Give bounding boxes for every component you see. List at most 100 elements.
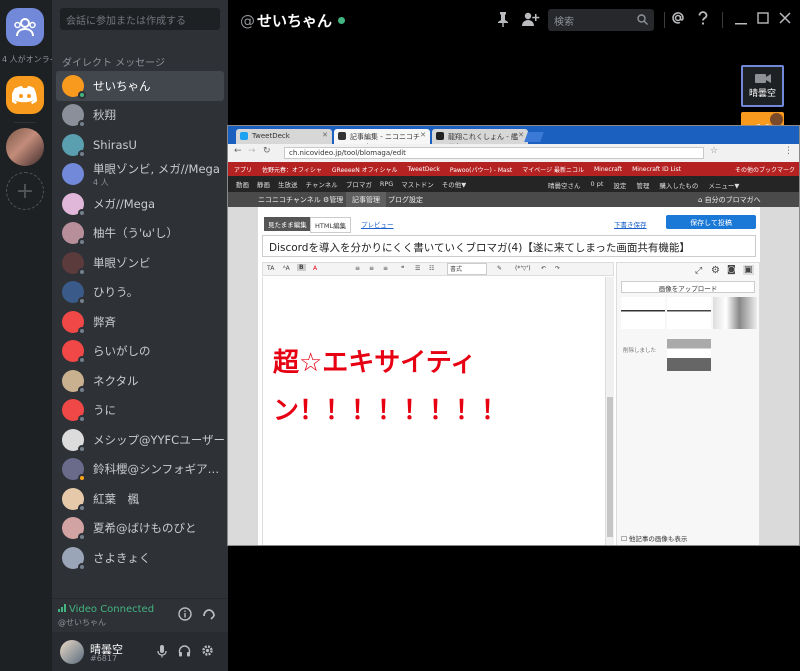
bookmark-item[interactable]: Minecraft [594, 166, 622, 173]
headphones-icon[interactable] [178, 644, 191, 657]
menu-icon[interactable]: ⋮ [784, 146, 793, 156]
disconnect-call-icon[interactable] [202, 607, 216, 621]
list-item[interactable]: ネクタル [56, 366, 224, 396]
close-icon[interactable] [779, 11, 791, 25]
tab-html[interactable]: HTML編集 [310, 217, 352, 233]
pin-icon[interactable] [496, 11, 510, 27]
browser-tab[interactable]: TweetDeck ✕ [236, 129, 332, 144]
user-nav-link[interactable]: 購入したもの [659, 180, 698, 190]
nav-link[interactable]: ブロマガ [346, 179, 372, 189]
save-and-post-button[interactable]: 保存して投稿 [666, 215, 756, 229]
help-icon[interactable] [697, 11, 709, 25]
mentions-icon[interactable] [671, 11, 685, 25]
video-tile-self[interactable]: 晴曇空 [741, 65, 784, 107]
star-icon[interactable]: ☆ [710, 146, 718, 156]
minimize-icon[interactable] [735, 11, 747, 25]
add-server-button[interactable]: + [6, 172, 44, 210]
image-icon[interactable]: ▣ [743, 265, 754, 275]
channel-brand[interactable]: ニコニコチャンネル ⚙管理 [258, 195, 343, 205]
image-panel: ⤢ ⚙ ◙ ▣ 画像をアップロード 削除しました ☐ 他記事の画像も表示 [616, 262, 760, 545]
server-icon-anime[interactable] [6, 128, 44, 166]
avatar[interactable] [60, 640, 84, 664]
list-item[interactable]: 単眼ゾンビ [56, 248, 224, 278]
list-item[interactable]: 柚牛（う'ω'し） [56, 219, 224, 249]
gear-icon[interactable]: ⚙ [711, 265, 720, 276]
list-item[interactable]: 弊斉 [56, 307, 224, 337]
bookmark-item[interactable]: Minecraft ID List [632, 166, 681, 173]
browser-tab[interactable]: 龍翔これくしょん - 艦これ -✕ [432, 129, 528, 151]
user-nav-link[interactable]: 設定 [613, 180, 626, 190]
microphone-icon[interactable] [156, 644, 168, 658]
nav-link[interactable]: チャンネル [306, 179, 338, 189]
article-title-input[interactable]: Discordを導入を分かりにくく書いていくブロマガ(4)【遂に来てしまった画面… [262, 235, 756, 257]
tab-blog-settings[interactable]: ブログ設定 [388, 195, 423, 205]
tab-article-manage[interactable]: 記事管理 [346, 192, 386, 207]
bookmark-item[interactable]: GReeeeN オフィシャル [332, 165, 398, 174]
list-item[interactable]: 鈴科櫻@シンフォギア… [56, 455, 224, 485]
list-item[interactable]: らいがしの [56, 337, 224, 367]
bookmark-item[interactable]: Pawoo(パウー) - Mast [450, 165, 512, 174]
add-friend-icon[interactable] [522, 11, 540, 27]
nav-link[interactable]: RPG [380, 180, 393, 188]
show-other-images-checkbox[interactable]: ☐ 他記事の画像も表示 [621, 533, 687, 543]
preview-link[interactable]: プレビュー [361, 219, 394, 229]
find-conversation-input[interactable]: 会話に参加または作成する [60, 8, 220, 30]
url-input[interactable]: ch.nicovideo.jp/tool/blomaga/edit [284, 147, 704, 159]
link-icon[interactable]: ⤢ [695, 266, 702, 276]
search-input[interactable]: 検索 [548, 9, 654, 31]
user-nav-link[interactable]: 管理 [636, 180, 649, 190]
bookmark-item[interactable]: マイページ 最新ニコル [522, 165, 584, 174]
scrollbar-thumb[interactable] [607, 397, 613, 537]
list-item[interactable]: ひりう。 [56, 278, 224, 308]
list-item[interactable]: 紅葉 楓 [56, 484, 224, 514]
bookmark-item[interactable]: 佐野元春：オフィシャ [262, 165, 322, 174]
list-item[interactable]: さよきょく [56, 543, 224, 573]
reload-icon[interactable]: ↻ [263, 146, 271, 156]
bookmark-item[interactable]: アプリ [234, 165, 252, 174]
nav-link[interactable]: 生放送 [278, 179, 298, 189]
camera-icon[interactable]: ◙ [727, 265, 736, 275]
friends-home-button[interactable] [6, 8, 44, 46]
gear-icon[interactable] [201, 644, 214, 657]
list-item[interactable]: うに [56, 396, 224, 426]
list-item[interactable]: 秋翔 [56, 101, 224, 131]
nav-link[interactable]: 動画 [236, 179, 249, 189]
bookmark-item[interactable]: TweetDeck [408, 166, 440, 173]
avatar [62, 546, 86, 571]
avatar [62, 192, 86, 217]
nav-link[interactable]: その他▼ [442, 179, 467, 189]
list-item[interactable]: 単眼ゾンビ, メガ//Mega 4 人 [56, 160, 224, 190]
user-nav-link[interactable]: 晴曇空さん [548, 180, 581, 190]
discord-server-button[interactable] [6, 76, 44, 114]
tab-wysiwyg[interactable]: 見たまま編集 [264, 217, 311, 231]
browser-tab-active[interactable]: 記事編集 - ニコニコチャンネ✕ [334, 129, 430, 151]
nav-link[interactable]: 静画 [257, 179, 270, 189]
back-icon[interactable]: ← [234, 146, 242, 156]
list-item[interactable]: メシップ@YYFCユーザー [56, 425, 224, 455]
list-item[interactable]: ShirasU [56, 130, 224, 160]
editor-body[interactable]: 超☆エキサイティ ン！！！！！！！！ [262, 277, 604, 545]
other-bookmarks[interactable]: その他のブックマーク [735, 165, 795, 174]
image-thumbnail[interactable] [621, 297, 665, 329]
editor-scrollbar[interactable] [605, 277, 614, 545]
list-item[interactable]: メガ//Mega [56, 189, 224, 219]
upload-image-button[interactable]: 画像をアップロード [621, 281, 755, 293]
list-item[interactable]: せいちゃん [56, 71, 224, 101]
my-blomaga-link[interactable]: ⌂ 自分のブロマガへ [698, 195, 761, 205]
forward-icon[interactable]: → [248, 146, 256, 156]
user-nav-link[interactable]: メニュー▼ [708, 180, 739, 190]
list-item[interactable]: 夏希@ばけものびと [56, 514, 224, 544]
nav-link[interactable]: マストドン [401, 179, 434, 189]
save-draft-link[interactable]: 下書き保存 [614, 219, 647, 229]
image-thumbnail[interactable] [713, 297, 757, 329]
image-thumbnail[interactable] [667, 339, 711, 371]
image-thumbnail[interactable] [667, 297, 711, 329]
info-icon[interactable] [178, 607, 192, 621]
avatar [62, 340, 86, 365]
maximize-icon[interactable] [757, 11, 769, 25]
new-tab-button[interactable] [524, 132, 544, 142]
video-tile-name: 晴曇空 [748, 89, 776, 99]
user-nav-link[interactable]: 0 pt [591, 180, 604, 190]
status-indicator [78, 149, 86, 158]
format-select[interactable]: 書式 [447, 263, 487, 275]
